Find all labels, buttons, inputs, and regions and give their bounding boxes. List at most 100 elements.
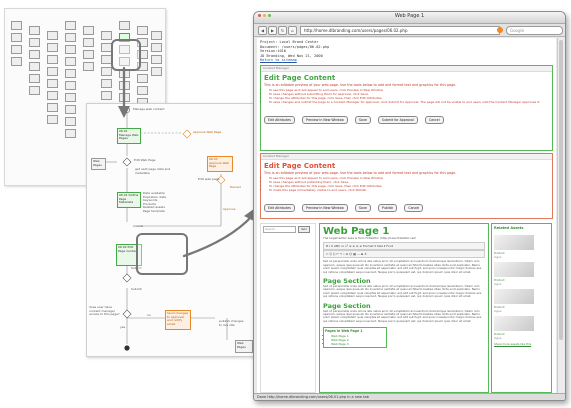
page-viewport: Project: Local Brand Center Document: /u… bbox=[257, 38, 556, 393]
rss-icon[interactable] bbox=[497, 27, 503, 33]
edit-content-panel: Content Manager Edit Page Content This i… bbox=[260, 65, 553, 151]
browser-window: Web Page 1 ◀ ▶ ↻ ⌂ http://home.dlbrandin… bbox=[253, 11, 566, 401]
back-button[interactable]: ◀ bbox=[258, 26, 267, 35]
sitemap-node bbox=[137, 26, 148, 35]
panel-buttons: Edit Attributes Preview in New Window Sa… bbox=[261, 192, 552, 215]
asset-thumbnail[interactable] bbox=[494, 235, 534, 250]
sitemap-node bbox=[65, 21, 76, 30]
sitemap-node bbox=[47, 67, 58, 76]
editor-paragraph[interactable]: Sed ut perspiciatis unde omnis iste natu… bbox=[323, 284, 485, 299]
sitemap-node bbox=[29, 50, 40, 59]
editor-column: Web Page 1 The target editor area is fro… bbox=[319, 223, 489, 393]
sitemap-node bbox=[83, 50, 94, 59]
forward-button[interactable]: ▶ bbox=[268, 26, 277, 35]
edit-content-panel-manager: Content Manager Edit Page Content This i… bbox=[260, 153, 553, 219]
sitemap-node bbox=[47, 115, 58, 124]
node-live-pages: Web Pages bbox=[235, 340, 253, 353]
status-bar: Done http://home.dlbranding.com/users/06… bbox=[254, 393, 565, 400]
asset-thumbnail[interactable] bbox=[494, 316, 534, 331]
sitemap-node bbox=[65, 117, 76, 126]
sitemap-node bbox=[47, 43, 58, 52]
content-area: Search Go! Web Page 1 The target editor … bbox=[260, 223, 552, 393]
sitemap-node bbox=[101, 31, 112, 40]
related-assets-column: Related Assets Product logos Product log… bbox=[491, 223, 552, 393]
sitemap-node bbox=[83, 38, 94, 47]
sidebar-search-button[interactable]: Go! bbox=[298, 226, 310, 233]
left-sidebar: Search Go! bbox=[260, 223, 316, 393]
asset-sub: logos bbox=[494, 282, 502, 286]
sitemap-node bbox=[65, 129, 76, 138]
sidebar-search-input[interactable]: Search bbox=[263, 226, 296, 233]
panel-description: This is an editable preview of your web … bbox=[264, 171, 457, 175]
edit-attributes-button[interactable]: Edit Attributes bbox=[264, 116, 295, 124]
sitemap-node bbox=[11, 57, 22, 66]
sitemap-node bbox=[29, 74, 40, 83]
more-assets-link[interactable]: Show more assets like this bbox=[492, 342, 551, 346]
panel-buttons: Edit Attributes Preview in New Window Sa… bbox=[261, 104, 552, 127]
title-bar: Web Page 1 bbox=[254, 12, 565, 24]
cancel-button[interactable]: Cancel bbox=[424, 116, 444, 124]
sitemap-node bbox=[65, 33, 76, 42]
sitemap-link[interactable]: Return to sitemap bbox=[260, 58, 329, 63]
save-button[interactable]: Save bbox=[354, 116, 371, 124]
sitemap-node bbox=[11, 21, 22, 30]
search-field[interactable]: Google bbox=[506, 26, 563, 35]
sitemap-node bbox=[47, 91, 58, 100]
sitemap-node bbox=[47, 55, 58, 64]
node-send-changes: Send changes to approval and notify emai… bbox=[165, 310, 191, 330]
page-meta: Project: Local Brand Center Document: /u… bbox=[260, 40, 329, 63]
asset-sub: logos bbox=[494, 309, 502, 313]
instruction-item: To save changes and submit the page to a… bbox=[269, 100, 552, 104]
node-does-user: does user have content manager access to… bbox=[89, 305, 120, 317]
window-title: Web Page 1 bbox=[394, 13, 425, 19]
page-link[interactable]: Web Page 3 bbox=[331, 342, 385, 346]
related-assets-title: Related Assets bbox=[494, 226, 524, 230]
sitemap-node bbox=[11, 33, 22, 42]
sitemap-node bbox=[151, 43, 162, 52]
sitemap-node bbox=[65, 57, 76, 66]
sitemap-node bbox=[65, 69, 76, 78]
browser-toolbar: ◀ ▶ ↻ ⌂ http://home.dlbranding.com/users… bbox=[254, 24, 565, 37]
panel-title: Edit Page Content bbox=[264, 162, 336, 170]
editor-note: The target editor area is from FCKeditor… bbox=[323, 236, 416, 240]
editor-toolbar[interactable]: B I U ABC x₂ x² ≡ ≡ ≡ ≡ Format ▾ Size ▾ … bbox=[323, 242, 485, 251]
node-submit-2: Submit bbox=[131, 287, 142, 291]
sitemap-node bbox=[65, 105, 76, 114]
sitemap-node bbox=[151, 31, 162, 40]
sitemap-node bbox=[29, 38, 40, 47]
submit-approval-button[interactable]: Submit for Approval bbox=[377, 116, 418, 124]
publish-button[interactable]: Publish bbox=[377, 204, 398, 212]
sitemap-node bbox=[83, 62, 94, 71]
sitemap-node bbox=[29, 86, 40, 95]
asset-sub: logos bbox=[494, 255, 502, 259]
scroll-thumb[interactable] bbox=[559, 40, 563, 340]
node-yes-label: yes bbox=[120, 325, 126, 329]
sitemap-node bbox=[83, 26, 94, 35]
sitemap-node bbox=[119, 21, 130, 30]
preview-button[interactable]: Preview in New Window bbox=[302, 204, 348, 212]
sitemap-node bbox=[65, 93, 76, 102]
home-button[interactable]: ⌂ bbox=[288, 26, 297, 35]
sitemap-node bbox=[47, 79, 58, 88]
asset-sub: logos bbox=[494, 336, 502, 340]
panel-instructions: To see this page as it will appear to en… bbox=[269, 88, 552, 104]
panel-title: Edit Page Content bbox=[264, 74, 336, 82]
cancel-button[interactable]: Cancel bbox=[404, 204, 424, 212]
preview-button[interactable]: Preview in New Window bbox=[302, 116, 348, 124]
asset-thumbnail[interactable] bbox=[494, 262, 534, 277]
sitemap-node bbox=[47, 31, 58, 40]
sitemap-node bbox=[65, 81, 76, 90]
save-button[interactable]: Save bbox=[354, 204, 371, 212]
editor-toolbar-2[interactable]: ✂ ⎘ ⎗ ↶ ↷ ⌕ Ω ☺ ▦ — ⊞ ⚓ bbox=[323, 250, 485, 259]
sitemap-node bbox=[29, 62, 40, 71]
node-publish: publish changes to live site bbox=[219, 319, 244, 327]
panel-description: This is an editable preview of your web … bbox=[264, 83, 457, 87]
reload-button[interactable]: ↻ bbox=[278, 26, 287, 35]
editor-paragraph[interactable]: Sed ut perspiciatis unde omnis iste natu… bbox=[323, 260, 485, 274]
address-bar[interactable]: http://home.dlbranding.com/users/pages/0… bbox=[300, 26, 500, 35]
editor-paragraph[interactable]: Sed ut perspiciatis unde omnis iste natu… bbox=[323, 309, 485, 324]
sitemap-node bbox=[65, 45, 76, 54]
edit-attributes-button[interactable]: Edit Attributes bbox=[264, 204, 295, 212]
asset-thumbnail[interactable] bbox=[494, 289, 534, 304]
scrollbar[interactable] bbox=[557, 38, 564, 393]
